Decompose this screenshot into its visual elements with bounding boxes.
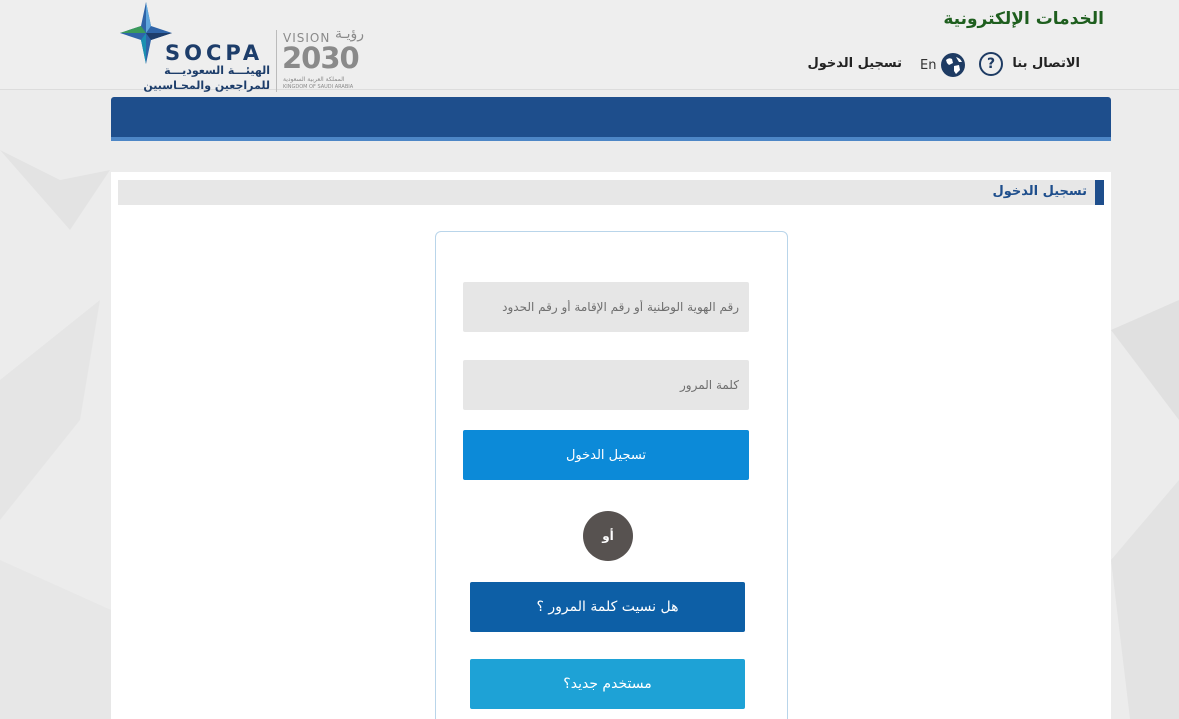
forgot-password-button[interactable]: هل نسيت كلمة المرور ؟: [470, 582, 745, 632]
vision-arabic-subtitle: المملكة العربية السعودية: [283, 76, 345, 83]
login-form: تسجيل الدخول أو هل نسيت كلمة المرور ؟ مس…: [435, 231, 788, 719]
language-switch-link[interactable]: En: [920, 58, 936, 73]
top-header: الخدمات الإلكترونية الاتصال بنا ? En تسج…: [0, 0, 1179, 92]
vision-year: 2030: [282, 41, 360, 75]
section-header: تسجيل الدخول: [118, 180, 1104, 205]
national-id-input[interactable]: [463, 282, 749, 332]
or-separator: أو: [583, 511, 633, 561]
socpa-arabic-line1: الهيئـــة السعوديـــة: [164, 64, 270, 77]
socpa-logo[interactable]: SOCPA الهيئـــة السعوديـــة للمراجعين وا…: [112, 2, 274, 94]
vision-2030-logo: VISION رؤيـة 2030 المملكة العربية السعود…: [276, 26, 372, 92]
vision-arabic: رؤيـة: [335, 26, 365, 42]
eservices-title: الخدمات الإلكترونية: [943, 9, 1104, 29]
main-nav-bar: [111, 97, 1111, 141]
section-title: تسجيل الدخول: [992, 184, 1087, 199]
login-link[interactable]: تسجيل الدخول: [807, 56, 902, 71]
globe-icon[interactable]: [940, 52, 966, 78]
socpa-arabic-line2: للمراجعين والمحـاسبين: [143, 79, 270, 92]
vision-english-subtitle: KINGDOM OF SAUDI ARABIA: [283, 84, 354, 90]
content-panel: تسجيل الدخول تسجيل الدخول أو هل نسيت كلم…: [111, 172, 1111, 719]
login-button[interactable]: تسجيل الدخول: [463, 430, 749, 480]
contact-us-link[interactable]: الاتصال بنا: [1012, 56, 1080, 71]
password-input[interactable]: [463, 360, 749, 410]
help-circle-icon[interactable]: ?: [979, 52, 1003, 76]
section-accent-bar: [1095, 180, 1104, 205]
new-user-button[interactable]: مستخدم جديد؟: [470, 659, 745, 709]
socpa-wordmark: SOCPA: [165, 41, 264, 65]
